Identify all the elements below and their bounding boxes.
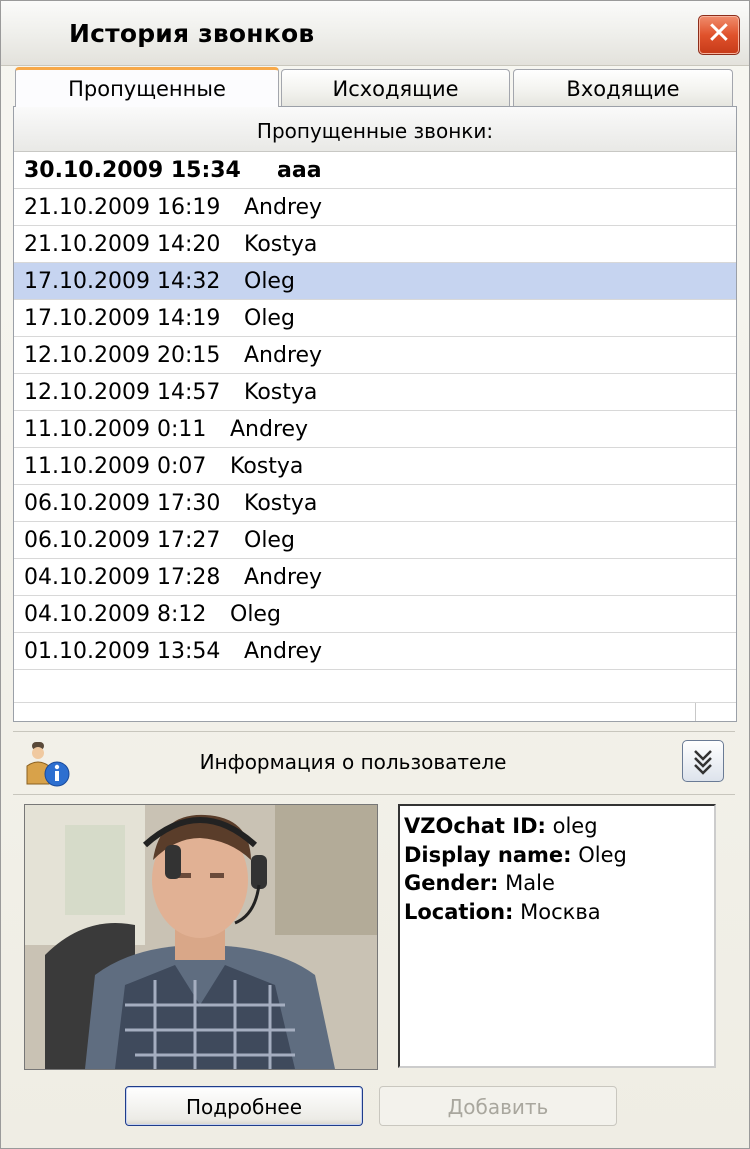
call-date: 30.10.2009 15:34 <box>24 158 241 183</box>
caller-name: Andrey <box>244 195 323 220</box>
call-date: 12.10.2009 14:57 <box>24 380 221 405</box>
detail-display-name: Display name: Oleg <box>404 842 627 867</box>
call-row[interactable]: 30.10.2009 15:34 aaa <box>14 152 736 189</box>
add-button[interactable]: Добавить <box>379 1086 617 1126</box>
window-title: История звонков <box>69 19 315 48</box>
list-header: Пропущенные звонки: <box>14 107 736 152</box>
call-row[interactable]: 12.10.2009 20:15 Andrey <box>14 337 736 374</box>
call-row[interactable]: 12.10.2009 14:57 Kostya <box>14 374 736 411</box>
expand-button[interactable] <box>682 740 724 782</box>
call-row[interactable]: 04.10.2009 8:12 Oleg <box>14 596 736 633</box>
caller-name: Kostya <box>230 454 304 479</box>
call-date: 12.10.2009 20:15 <box>24 343 221 368</box>
user-details: VZOchat ID: oleg Display name: Oleg Gend… <box>398 804 716 1068</box>
detail-id: VZOchat ID: oleg <box>404 814 598 838</box>
call-date: 01.10.2009 13:54 <box>24 639 221 664</box>
caller-name: aaa <box>277 158 322 183</box>
caller-name: Andrey <box>244 639 323 664</box>
call-date: 17.10.2009 14:19 <box>24 306 221 331</box>
call-date: 06.10.2009 17:27 <box>24 528 221 553</box>
call-row[interactable]: 11.10.2009 0:07 Kostya <box>14 448 736 485</box>
user-info-bar: Информация о пользователе <box>13 731 735 795</box>
detail-gender: Gender: Male <box>404 871 555 895</box>
caller-name: Oleg <box>244 269 295 294</box>
call-date: 17.10.2009 14:32 <box>24 269 221 294</box>
call-history-window: История звонков ✕ Пропущенные Исходящие … <box>0 0 750 1149</box>
caller-name: Kostya <box>244 491 318 516</box>
call-row[interactable]: 21.10.2009 16:19 Andrey <box>14 189 736 226</box>
call-date: 11.10.2009 0:07 <box>24 454 207 479</box>
close-button[interactable]: ✕ <box>698 15 740 55</box>
calls-list-panel: Пропущенные звонки: 30.10.2009 15:34 aaa 2… <box>13 106 737 722</box>
details-button[interactable]: Подробнее <box>125 1086 363 1126</box>
call-row[interactable]: 17.10.2009 14:32 Oleg <box>14 263 736 300</box>
double-chevron-down-icon <box>694 750 712 775</box>
call-date: 21.10.2009 16:19 <box>24 195 221 220</box>
caller-name: Andrey <box>230 417 309 442</box>
caller-name: Oleg <box>244 528 295 553</box>
call-date: 04.10.2009 17:28 <box>24 565 221 590</box>
detail-location: Location: Москва <box>404 899 601 924</box>
calls-list: 30.10.2009 15:34 aaa 21.10.2009 16:19 Andre… <box>14 152 736 670</box>
tab-missed[interactable]: Пропущенные <box>15 67 279 107</box>
user-info-title: Информация о пользователе <box>199 750 507 774</box>
call-row[interactable]: 04.10.2009 17:28 Andrey <box>14 559 736 596</box>
tab-outgoing[interactable]: Исходящие <box>281 69 510 106</box>
call-date: 21.10.2009 14:20 <box>24 232 221 257</box>
call-date: 06.10.2009 17:30 <box>24 491 221 516</box>
call-row[interactable]: 21.10.2009 14:20 Kostya <box>14 226 736 263</box>
title-bar[interactable]: История звонков ✕ <box>1 1 749 66</box>
caller-name: Kostya <box>244 380 318 405</box>
call-row[interactable]: 01.10.2009 13:54 Andrey <box>14 633 736 670</box>
horizontal-scrollbar[interactable] <box>14 702 736 721</box>
user-photo <box>24 804 378 1070</box>
call-date: 11.10.2009 0:11 <box>24 417 207 442</box>
caller-name: Andrey <box>244 565 323 590</box>
caller-name: Kostya <box>244 232 318 257</box>
call-row[interactable]: 11.10.2009 0:11 Andrey <box>14 411 736 448</box>
call-date: 04.10.2009 8:12 <box>24 602 207 627</box>
caller-name: Oleg <box>230 602 281 627</box>
call-row[interactable]: 17.10.2009 14:19 Oleg <box>14 300 736 337</box>
call-row[interactable]: 06.10.2009 17:30 Kostya <box>14 485 736 522</box>
caller-name: Oleg <box>244 306 295 331</box>
tab-incoming[interactable]: Входящие <box>513 69 733 106</box>
call-row[interactable]: 06.10.2009 17:27 Oleg <box>14 522 736 559</box>
caller-name: Andrey <box>244 343 323 368</box>
